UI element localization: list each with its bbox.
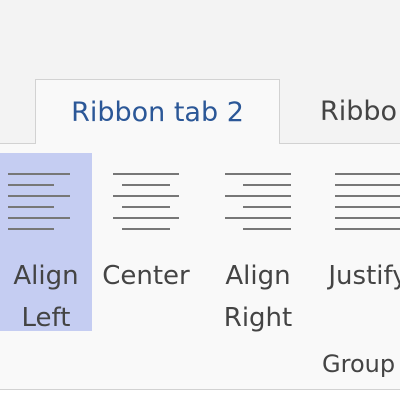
align-left-button[interactable]: Align Left bbox=[0, 153, 92, 333]
center-button[interactable]: Center bbox=[96, 153, 196, 331]
button-label: Center bbox=[102, 261, 190, 291]
align-right-button[interactable]: Align Right bbox=[208, 153, 308, 333]
button-label: Justify bbox=[328, 261, 400, 291]
tab-ribbon-next[interactable]: Ribbo bbox=[320, 79, 400, 144]
button-label: Align Right bbox=[223, 261, 293, 333]
justify-button[interactable]: Justify bbox=[318, 153, 400, 331]
tab-label: Ribbo bbox=[320, 96, 398, 127]
tab-label: Ribbon tab 2 bbox=[71, 97, 244, 128]
button-label: Align Left bbox=[13, 261, 79, 333]
justify-icon bbox=[335, 173, 400, 230]
align-center-icon bbox=[113, 173, 179, 230]
group-label: Group bbox=[322, 350, 396, 378]
align-left-icon bbox=[8, 173, 70, 230]
ribbon-window: Ribbon tab 2 Ribbo Align Left Center Ali… bbox=[0, 0, 400, 400]
align-right-icon bbox=[225, 173, 291, 230]
tab-ribbon-tab-2[interactable]: Ribbon tab 2 bbox=[35, 79, 280, 144]
